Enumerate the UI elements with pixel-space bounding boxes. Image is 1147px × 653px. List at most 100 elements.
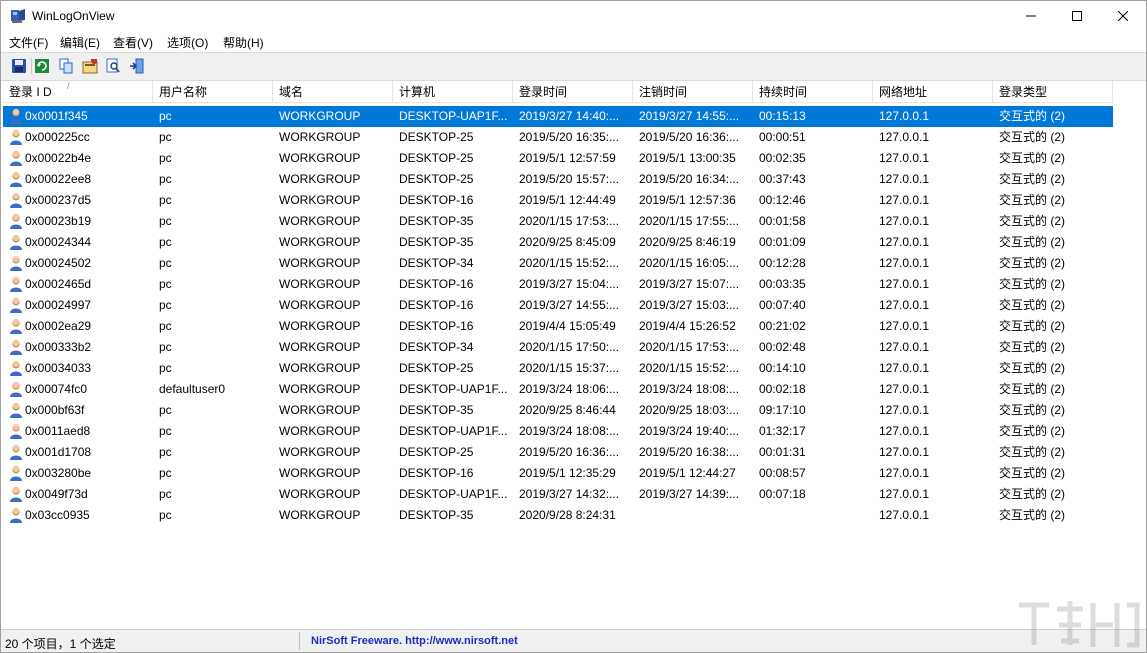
- maximize-button[interactable]: [1054, 1, 1100, 31]
- table-row[interactable]: 0x00024502 pc WORKGROUP DESKTOP-34 2020/1/15…: [3, 253, 1113, 274]
- cell-logon-id: 0x003280be: [25, 466, 92, 480]
- column-header-computer[interactable]: 计算机: [393, 81, 513, 103]
- user-icon: [10, 423, 22, 439]
- cell-user-name: pc: [159, 424, 172, 438]
- cell-logoff-time: 2019/5/1 12:44:27: [639, 466, 736, 480]
- cell-domain: WORKGROUP: [279, 445, 361, 459]
- table-row[interactable]: 0x00074fc0 defaultuser0 WORKGROUP DESKTOP-U…: [3, 379, 1113, 400]
- cell-user-name: pc: [159, 214, 172, 228]
- table-row[interactable]: 0x0001f345 pc WORKGROUP DESKTOP-UAP1F... 201…: [3, 106, 1113, 127]
- menu-help[interactable]: 帮助(H): [223, 34, 264, 51]
- cell-network-address: 127.0.0.1: [879, 235, 930, 249]
- cell-domain: WORKGROUP: [279, 172, 361, 186]
- cell-logoff-time: 2019/5/20 16:34:...: [639, 172, 740, 186]
- table-row[interactable]: 0x000333b2 pc WORKGROUP DESKTOP-34 2020/1/15…: [3, 337, 1113, 358]
- find-button[interactable]: [104, 57, 122, 75]
- column-header-logon-time[interactable]: 登录时间: [513, 81, 633, 103]
- table-row[interactable]: 0x003280be pc WORKGROUP DESKTOP-16 2019/5/1 …: [3, 463, 1113, 484]
- column-header-logon-type[interactable]: 登录类型: [993, 81, 1113, 103]
- cell-logon-id: 0x00034033: [25, 361, 92, 375]
- cell-network-address: 127.0.0.1: [879, 172, 930, 186]
- cell-domain: WORKGROUP: [279, 382, 361, 396]
- menu-view[interactable]: 查看(V): [113, 34, 153, 51]
- cell-duration: 09:17:10: [759, 403, 806, 417]
- cell-logon-type: 交互式的 (2): [999, 466, 1066, 480]
- cell-duration: 00:14:10: [759, 361, 806, 375]
- cell-computer: DESKTOP-35: [399, 214, 474, 228]
- column-header-label: 登录 I D: [9, 85, 52, 99]
- cell-duration: [759, 505, 873, 526]
- refresh-icon: [35, 59, 49, 73]
- table-row[interactable]: 0x001d1708 pc WORKGROUP DESKTOP-25 2019/5/20…: [3, 442, 1113, 463]
- table-row[interactable]: 0x0002ea29 pc WORKGROUP DESKTOP-16 2019/4/4 …: [3, 316, 1113, 337]
- cell-computer: DESKTOP-UAP1F...: [399, 424, 508, 438]
- user-icon: [10, 486, 22, 502]
- sort-indicator-icon: /: [67, 81, 70, 91]
- cell-user-name: pc: [159, 487, 172, 501]
- menu-options[interactable]: 选项(O): [167, 34, 208, 51]
- user-icon: [10, 402, 22, 418]
- table-row[interactable]: 0x00022ee8 pc WORKGROUP DESKTOP-25 2019/5/20…: [3, 169, 1113, 190]
- table-row[interactable]: 0x0011aed8 pc WORKGROUP DESKTOP-UAP1F... 201…: [3, 421, 1113, 442]
- cell-domain: WORKGROUP: [279, 487, 361, 501]
- menu-edit[interactable]: 编辑(E): [60, 34, 100, 51]
- nirsoft-link[interactable]: NirSoft Freeware. http://www.nirsoft.net: [311, 635, 518, 647]
- table-row[interactable]: 0x00022b4e pc WORKGROUP DESKTOP-25 2019/5/1 …: [3, 148, 1113, 169]
- cell-network-address: 127.0.0.1: [879, 277, 930, 291]
- table-row[interactable]: 0x000bf63f pc WORKGROUP DESKTOP-35 2020/9/25…: [3, 400, 1113, 421]
- table-row[interactable]: 0x000225cc pc WORKGROUP DESKTOP-25 2019/5/20…: [3, 127, 1113, 148]
- column-header-domain[interactable]: 域名: [273, 81, 393, 103]
- column-header-user-name[interactable]: 用户名称: [153, 81, 273, 103]
- cell-logon-id: 0x000225cc: [25, 130, 90, 144]
- cell-duration: 00:21:02: [759, 319, 806, 333]
- column-header-duration[interactable]: 持续时间: [753, 81, 873, 103]
- cell-logoff-time: 2020/1/15 16:05:...: [639, 256, 740, 270]
- cell-domain: WORKGROUP: [279, 109, 361, 123]
- cell-logon-time: 2019/3/27 14:32:...: [519, 487, 620, 501]
- refresh-button[interactable]: [33, 57, 51, 75]
- cell-duration: 00:01:31: [759, 445, 806, 459]
- minimize-button[interactable]: [1008, 1, 1054, 31]
- toolbar-separator: [31, 58, 32, 74]
- table-row[interactable]: 0x0049f73d pc WORKGROUP DESKTOP-UAP1F... 201…: [3, 484, 1113, 505]
- cell-user-name: pc: [159, 193, 172, 207]
- cell-logon-id: 0x00023b19: [25, 214, 92, 228]
- table-row[interactable]: 0x00024997 pc WORKGROUP DESKTOP-16 2019/3/27…: [3, 295, 1113, 316]
- cell-domain: WORKGROUP: [279, 256, 361, 270]
- column-header-network-address[interactable]: 网络地址: [873, 81, 993, 103]
- status-divider: [299, 632, 300, 650]
- cell-user-name: pc: [159, 403, 172, 417]
- cell-network-address: 127.0.0.1: [879, 130, 930, 144]
- properties-button[interactable]: [81, 57, 99, 75]
- save-icon: [12, 59, 26, 73]
- properties-icon: [82, 59, 98, 74]
- logon-list[interactable]: 登录 I D / 用户名称 域名 计算机 登录时间 注销时间 持续时间 网络地址…: [3, 81, 1144, 627]
- menu-file[interactable]: 文件(F): [9, 34, 48, 51]
- cell-network-address: 127.0.0.1: [879, 193, 930, 207]
- cell-logoff-time: 2019/3/27 15:03:...: [639, 298, 740, 312]
- cell-duration: 00:12:46: [759, 193, 806, 207]
- cell-logoff-time: 2020/1/15 17:55:...: [639, 214, 740, 228]
- cell-network-address: 127.0.0.1: [879, 403, 930, 417]
- toolbar: [1, 52, 1146, 81]
- title-bar: WinLogOnView: [1, 1, 1146, 31]
- cell-duration: 00:07:40: [759, 298, 806, 312]
- table-row[interactable]: 0x03cc0935 pc WORKGROUP DESKTOP-35 2020/9/28…: [3, 505, 1113, 526]
- cell-duration: 00:03:35: [759, 277, 806, 291]
- table-row[interactable]: 0x00023b19 pc WORKGROUP DESKTOP-35 2020/1/15…: [3, 211, 1113, 232]
- table-row[interactable]: 0x00034033 pc WORKGROUP DESKTOP-25 2020/1/15…: [3, 358, 1113, 379]
- cell-logon-id: 0x00024344: [25, 235, 92, 249]
- copy-button[interactable]: [57, 57, 75, 75]
- cell-duration: 00:01:58: [759, 214, 806, 228]
- table-row[interactable]: 0x00024344 pc WORKGROUP DESKTOP-35 2020/9/25…: [3, 232, 1113, 253]
- table-row[interactable]: 0x000237d5 pc WORKGROUP DESKTOP-16 2019/5/1 …: [3, 190, 1113, 211]
- exit-button[interactable]: [128, 57, 146, 75]
- cell-logoff-time: 2019/5/1 13:00:35: [639, 151, 736, 165]
- close-button[interactable]: [1100, 1, 1146, 31]
- table-row[interactable]: 0x0002465d pc WORKGROUP DESKTOP-16 2019/3/27…: [3, 274, 1113, 295]
- save-button[interactable]: [10, 57, 28, 75]
- column-header-logoff-time[interactable]: 注销时间: [633, 81, 753, 103]
- user-icon: [10, 192, 22, 208]
- cell-user-name: pc: [159, 172, 172, 186]
- column-header-logon-id[interactable]: 登录 I D: [3, 81, 153, 103]
